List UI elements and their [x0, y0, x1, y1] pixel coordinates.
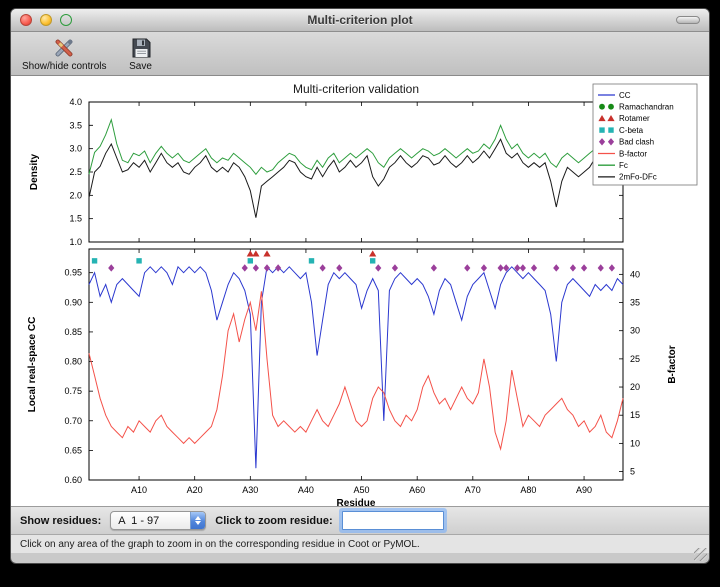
save-button[interactable]: Save — [126, 34, 156, 73]
svg-text:Rotamer: Rotamer — [619, 114, 650, 123]
svg-text:0.70: 0.70 — [64, 416, 82, 426]
status-bar: Click on any area of the graph to zoom i… — [11, 534, 709, 553]
svg-text:0.85: 0.85 — [64, 327, 82, 337]
svg-text:0.65: 0.65 — [64, 445, 82, 455]
svg-text:5: 5 — [630, 467, 635, 477]
svg-text:0.90: 0.90 — [64, 297, 82, 307]
svg-text:40: 40 — [630, 269, 640, 279]
svg-text:35: 35 — [630, 298, 640, 308]
svg-text:CC: CC — [619, 91, 631, 100]
validation-chart-svg[interactable]: Multi-criterion validation 1.0 1.5 2.0 2.5 3.… — [11, 76, 710, 506]
svg-text:Local real-space CC: Local real-space CC — [27, 317, 38, 413]
svg-text:0.75: 0.75 — [64, 386, 82, 396]
svg-text:Density: Density — [29, 154, 40, 191]
resize-grip[interactable] — [694, 548, 707, 561]
chart-legend: CC Ramachandran Rotamer C-beta Bad clash B-fa… — [593, 84, 697, 185]
controls-bar: Show residues: A 1 - 97 Click to zoom re… — [11, 506, 709, 534]
svg-text:1.5: 1.5 — [69, 214, 82, 224]
show-hide-controls-label: Show/hide controls — [22, 61, 107, 72]
zoom-window-button[interactable] — [60, 14, 72, 26]
svg-text:15: 15 — [630, 410, 640, 420]
svg-text:2.0: 2.0 — [69, 190, 82, 200]
svg-text:3.5: 3.5 — [69, 120, 82, 130]
close-button[interactable] — [20, 14, 32, 26]
svg-text:4.0: 4.0 — [69, 97, 82, 107]
svg-text:3.0: 3.0 — [69, 144, 82, 154]
svg-text:A60: A60 — [409, 485, 425, 495]
titlebar[interactable]: Multi-criterion plot — [11, 9, 709, 32]
svg-text:A80: A80 — [520, 485, 536, 495]
svg-text:0.95: 0.95 — [64, 268, 82, 278]
toolbar: Show/hide controls Save — [11, 32, 709, 76]
svg-text:A40: A40 — [298, 485, 314, 495]
minimize-button[interactable] — [40, 14, 52, 26]
multi-criterion-plot-window: Multi-criterion plot Show/hide controls — [10, 8, 710, 564]
svg-text:Bad clash: Bad clash — [619, 138, 654, 147]
show-hide-controls-button[interactable]: Show/hide controls — [19, 34, 110, 73]
svg-text:A20: A20 — [187, 485, 203, 495]
zoom-residue-input[interactable] — [342, 511, 444, 530]
svg-text:10: 10 — [630, 438, 640, 448]
svg-text:Fc: Fc — [619, 161, 628, 170]
svg-text:A30: A30 — [242, 485, 258, 495]
svg-text:20: 20 — [630, 382, 640, 392]
residue-range-select[interactable]: A 1 - 97 — [110, 511, 206, 530]
svg-text:0.60: 0.60 — [64, 475, 82, 485]
screen: { "window": { "title": "Multi-criterion … — [0, 0, 720, 587]
residue-range-value: A 1 - 97 — [111, 515, 159, 527]
svg-text:A10: A10 — [131, 485, 147, 495]
svg-text:Residue: Residue — [337, 498, 376, 506]
svg-text:B-factor: B-factor — [619, 149, 647, 158]
svg-text:A70: A70 — [465, 485, 481, 495]
svg-text:2.5: 2.5 — [69, 167, 82, 177]
show-residues-label: Show residues: — [20, 515, 101, 527]
svg-text:1.0: 1.0 — [69, 237, 82, 247]
svg-text:Multi-criterion validation: Multi-criterion validation — [293, 82, 419, 96]
window-title: Multi-criterion plot — [11, 13, 709, 27]
toolbar-toggle-button[interactable] — [676, 16, 700, 24]
popup-stepper-icon — [190, 512, 205, 529]
save-floppy-icon — [129, 35, 153, 61]
svg-text:A90: A90 — [576, 485, 592, 495]
svg-text:Ramachandran: Ramachandran — [619, 103, 674, 112]
plot-figure[interactable]: Multi-criterion validation 1.0 1.5 2.0 2.5 3.… — [11, 76, 709, 506]
window-controls — [20, 14, 72, 26]
svg-text:30: 30 — [630, 326, 640, 336]
svg-text:C-beta: C-beta — [619, 126, 644, 135]
svg-text:25: 25 — [630, 354, 640, 364]
zoom-residue-label: Click to zoom residue: — [215, 515, 332, 527]
save-label: Save — [129, 61, 152, 72]
svg-text:B-factor: B-factor — [667, 345, 678, 383]
svg-text:0.80: 0.80 — [64, 357, 82, 367]
crossed-tools-icon — [51, 35, 77, 61]
svg-text:2mFo-DFc: 2mFo-DFc — [619, 173, 657, 182]
status-message: Click on any area of the graph to zoom i… — [20, 539, 420, 550]
svg-text:A50: A50 — [354, 485, 370, 495]
